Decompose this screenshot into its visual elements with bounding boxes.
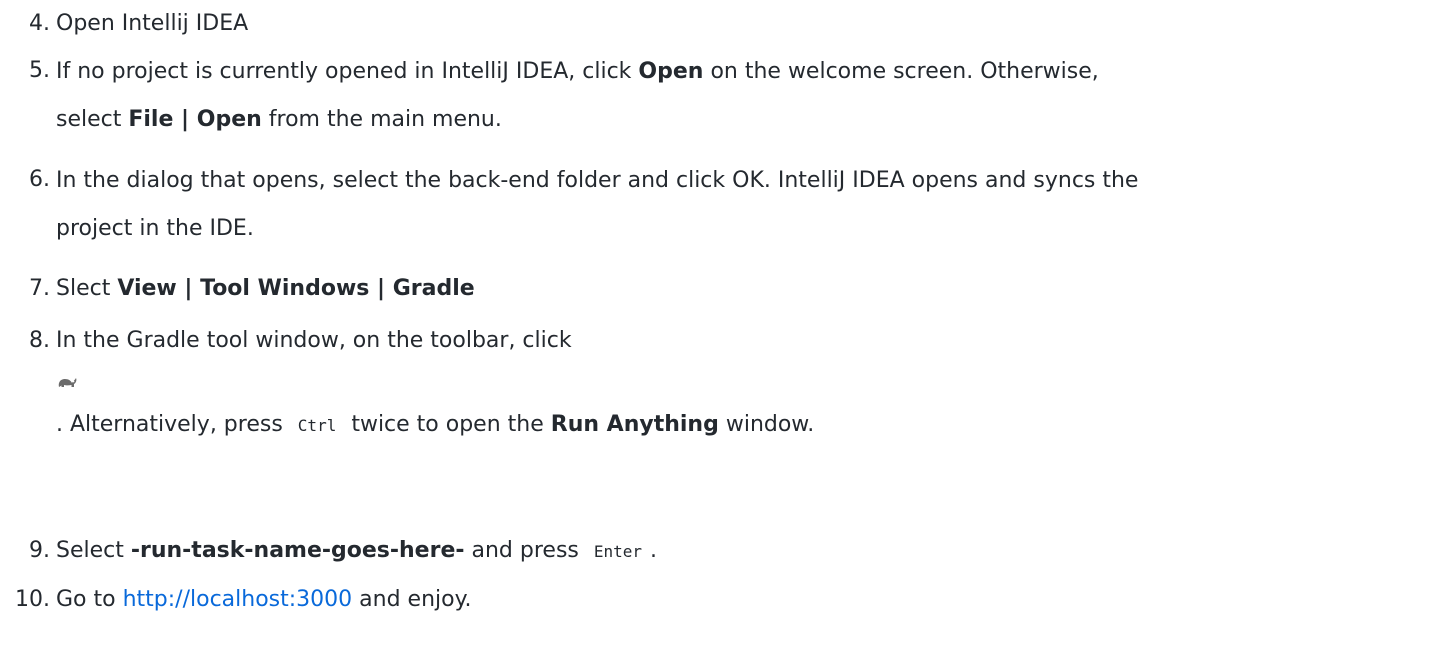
step-number: 4.	[29, 11, 50, 36]
step-text-content: In the dialog that opens, select the bac…	[56, 168, 1139, 193]
step-text: Go to http://localhost:3000 and enjoy.	[56, 577, 1426, 623]
step-text-content: window.	[718, 412, 815, 437]
step-text-content: select	[56, 107, 129, 132]
run-anything-label: Run Anything	[550, 412, 719, 437]
step-text: In the Gradle tool window, on the toolba…	[56, 318, 1426, 449]
step-text: Open Intellij IDEA	[56, 1, 1426, 47]
enter-key: Enter	[593, 542, 643, 561]
step-text-content: Open Intellij IDEA	[56, 11, 249, 36]
step-text-content: twice to open the	[344, 412, 551, 437]
file-open-command: File | Open	[128, 107, 262, 132]
step-text: If no project is currently opened in Int…	[56, 48, 1426, 144]
step-text: Slect View | Tool Windows | Gradle	[56, 266, 1426, 312]
step-text: Select -run-task-name-goes-here- and pre…	[56, 528, 1426, 575]
step-text-content: Go to	[56, 587, 123, 612]
step-number: 7.	[29, 276, 50, 301]
step-text-content: on the welcome screen. Otherwise,	[703, 59, 1099, 84]
step-text-content: . Alternatively, press	[56, 412, 290, 437]
gradle-menu-path: View | Tool Windows | Gradle	[117, 276, 475, 301]
open-command: Open	[638, 59, 704, 84]
step-text-content: project in the IDE.	[56, 216, 254, 241]
step-text-content: and press	[464, 538, 586, 563]
ctrl-key: Ctrl	[297, 416, 337, 435]
step-text-content: from the main menu.	[261, 107, 502, 132]
step-text-content: In the Gradle tool window, on the toolba…	[56, 328, 572, 353]
task-name: -run-task-name-goes-here-	[130, 538, 465, 563]
step-text: In the dialog that opens, select the bac…	[56, 157, 1426, 253]
step-text-content: .	[650, 538, 658, 563]
step-text-content: Slect	[56, 276, 118, 301]
gradle-elephant-icon[interactable]	[56, 374, 78, 390]
step-number: 9.	[29, 538, 50, 563]
step-number: 10.	[15, 587, 50, 612]
step-number: 6.	[29, 167, 50, 192]
step-number: 8.	[29, 328, 50, 353]
document: 4. Open Intellij IDEA 5. If no project i…	[0, 0, 1453, 648]
step-text-content: If no project is currently opened in Int…	[56, 59, 639, 84]
step-text-content: and enjoy.	[352, 587, 472, 612]
localhost-link[interactable]: http://localhost:3000	[123, 587, 353, 612]
step-number: 5.	[29, 58, 50, 83]
step-text-content: Select	[56, 538, 131, 563]
